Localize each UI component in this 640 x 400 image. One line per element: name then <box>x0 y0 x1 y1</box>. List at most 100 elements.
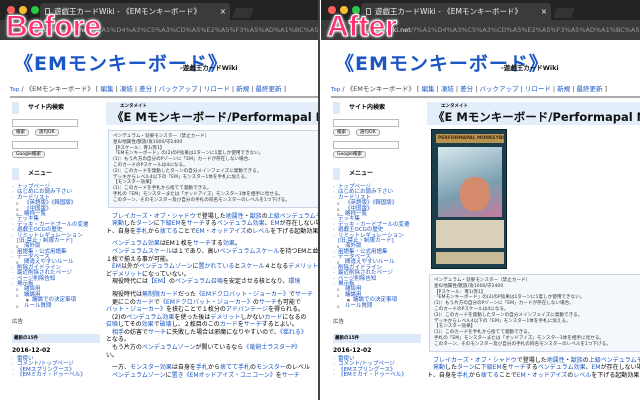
wiki-link[interactable]: デメリット <box>112 271 142 278</box>
wiki-link[interactable]: 置かれている <box>199 263 235 270</box>
search-button[interactable]: 検索 <box>12 129 29 136</box>
google-search-button[interactable]: Google検索 <box>12 151 45 158</box>
wiki-link[interactable]: サーチ <box>148 329 166 336</box>
wiki-link[interactable]: カード <box>220 321 238 328</box>
wiki-link[interactable]: 《EMオッドアイズ・ユニコーン》 <box>184 372 276 379</box>
wiki-link[interactable]: バット・ジョーカー》 <box>106 306 166 313</box>
wiki-link[interactable]: アドバンテージ <box>226 306 268 313</box>
google-search-input[interactable] <box>333 141 399 149</box>
wiki-link[interactable]: カード <box>136 299 154 306</box>
recent-item[interactable]: 《EMミカイ・ドゥーベル》 <box>333 372 421 379</box>
or-search-button[interactable]: 語句OR <box>356 129 380 136</box>
nav-link[interactable]: バックアップ <box>158 85 197 93</box>
wiki-link[interactable]: ペンデュラム効果 <box>112 240 160 247</box>
wiki-link[interactable]: サーチ <box>193 240 211 247</box>
recent-item[interactable]: 《EMミカイ・ドゥーベル》 <box>12 372 100 379</box>
menu-item[interactable]: ルール質問 <box>333 303 421 310</box>
site-search-input[interactable] <box>333 119 399 127</box>
wiki-link[interactable]: 発動 <box>112 220 124 227</box>
nav-link[interactable]: 差分 <box>139 85 152 93</box>
nav-link[interactable]: 最終更新 <box>576 85 602 93</box>
tab-close-icon[interactable]: × <box>541 3 547 20</box>
wiki-link[interactable]: カード <box>264 314 282 321</box>
wiki-link[interactable]: 手札 <box>196 364 208 371</box>
google-search-button[interactable]: Google検索 <box>333 151 366 158</box>
wiki-link[interactable]: サーチ <box>282 372 300 379</box>
wiki-link[interactable]: ペンデュラムゾーン <box>139 263 193 270</box>
wiki-link[interactable]: サーチ <box>508 364 526 371</box>
wiki-link[interactable]: ブレイカーズ・オブ・シャドウ <box>433 357 517 364</box>
wiki-link[interactable]: デメリット <box>288 263 318 270</box>
wiki-link[interactable]: 無制限カード <box>142 291 178 298</box>
wiki-link[interactable]: 下級EM <box>160 220 181 227</box>
wiki-link[interactable]: サーチ <box>295 291 313 298</box>
wiki-link[interactable]: ターン <box>136 220 154 227</box>
wiki-link[interactable]: 下級EM <box>481 364 502 371</box>
nav-link[interactable]: 差分 <box>460 85 473 93</box>
wiki-link[interactable]: スケール <box>240 263 264 270</box>
nav-link[interactable]: 編集 <box>422 85 435 93</box>
wiki-link[interactable]: 【EM】 <box>148 278 169 285</box>
wiki-link[interactable]: ペンデュラムスケール <box>220 248 280 255</box>
wiki-link[interactable]: 召喚 <box>106 321 118 328</box>
wiki-link[interactable]: 手札 <box>457 372 469 379</box>
nav-link[interactable]: 凍結 <box>441 85 454 93</box>
breadcrumb-top-link[interactable]: Top <box>331 87 340 93</box>
wiki-link[interactable]: 環境 <box>288 278 300 285</box>
wiki-link[interactable]: EM <box>271 220 280 227</box>
wiki-link[interactable]: 地属性 <box>547 357 565 364</box>
wiki-link[interactable]: 獣族 <box>250 213 262 220</box>
wiki-link[interactable]: 上級ペンデュラムモンスター <box>589 357 640 364</box>
wiki-link[interactable]: ペンデュラム効果 <box>217 220 265 227</box>
wiki-link[interactable]: 置き <box>172 372 184 379</box>
wiki-link[interactable]: ブレイカーズ・オブ・シャドウ <box>112 213 196 220</box>
wiki-link[interactable]: 手札 <box>238 364 250 371</box>
wiki-link[interactable]: モンスター <box>256 364 286 371</box>
wiki-link[interactable]: 捨てて <box>220 364 238 371</box>
wiki-link[interactable]: ペンデュラムゾーン <box>142 344 196 351</box>
new-tab-button[interactable] <box>232 8 254 18</box>
wiki-link[interactable]: 上級ペンデュラムモンスター <box>268 213 318 220</box>
wiki-link[interactable]: 《EMドクロバット・ジョーカー》 <box>196 291 289 298</box>
wiki-link[interactable]: 効果 <box>223 240 235 247</box>
wiki-link[interactable]: 《竜剣士ラスターP》 <box>243 344 301 351</box>
wiki-link[interactable]: 効果 <box>142 321 154 328</box>
breadcrumb-top-link[interactable]: Top <box>10 87 19 93</box>
wiki-link[interactable]: モンスター効果 <box>130 364 172 371</box>
wiki-link[interactable]: 破壊 <box>160 321 172 328</box>
wiki-link[interactable]: 獣族 <box>571 357 583 364</box>
wiki-link[interactable]: ペンデュラムゾーン <box>112 372 166 379</box>
google-search-input[interactable] <box>12 141 78 149</box>
wiki-link[interactable]: ペンデュラム召喚 <box>175 278 223 285</box>
nav-link[interactable]: リロード <box>204 85 230 93</box>
wiki-link[interactable]: 捨てる <box>481 372 499 379</box>
wiki-link[interactable]: デメリット <box>210 314 240 321</box>
wiki-link[interactable]: 相手 <box>112 329 124 336</box>
nav-link[interactable]: 新規 <box>557 85 570 93</box>
wiki-link[interactable]: ペンデュラム効果 <box>538 364 586 371</box>
wiki-link[interactable]: サーチ <box>244 321 262 328</box>
menu-item[interactable]: ルール質問 <box>12 303 100 310</box>
nav-link[interactable]: 編集 <box>101 85 114 93</box>
wiki-link[interactable]: 発動 <box>433 364 445 371</box>
new-tab-button[interactable] <box>553 8 575 18</box>
wiki-link[interactable]: EM <box>112 263 121 270</box>
wiki-link[interactable]: 《EMドクロバット・ジョーカー》 <box>160 299 253 306</box>
wiki-link[interactable]: サーチ <box>259 299 277 306</box>
nav-link[interactable]: リロード <box>525 85 551 93</box>
wiki-link[interactable]: 《揺れる》 <box>280 329 307 336</box>
search-button[interactable]: 検索 <box>333 129 350 136</box>
wiki-link[interactable]: レベル <box>252 228 270 235</box>
nav-link[interactable]: 最終更新 <box>255 85 281 93</box>
wiki-link[interactable]: EM <box>592 364 601 371</box>
wiki-link[interactable]: 地属性 <box>226 213 244 220</box>
wiki-link[interactable]: EM・オッドアイズ <box>196 228 247 235</box>
wiki-link[interactable]: ターン <box>457 364 475 371</box>
wiki-link[interactable]: 手札 <box>136 228 148 235</box>
nav-link[interactable]: バックアップ <box>479 85 518 93</box>
wiki-link[interactable]: ペンデュラムスケール <box>112 248 172 255</box>
wiki-link[interactable]: レベル <box>573 372 591 379</box>
site-search-input[interactable] <box>12 119 78 127</box>
nav-link[interactable]: 新規 <box>236 85 249 93</box>
wiki-link[interactable]: サーチ <box>187 220 205 227</box>
